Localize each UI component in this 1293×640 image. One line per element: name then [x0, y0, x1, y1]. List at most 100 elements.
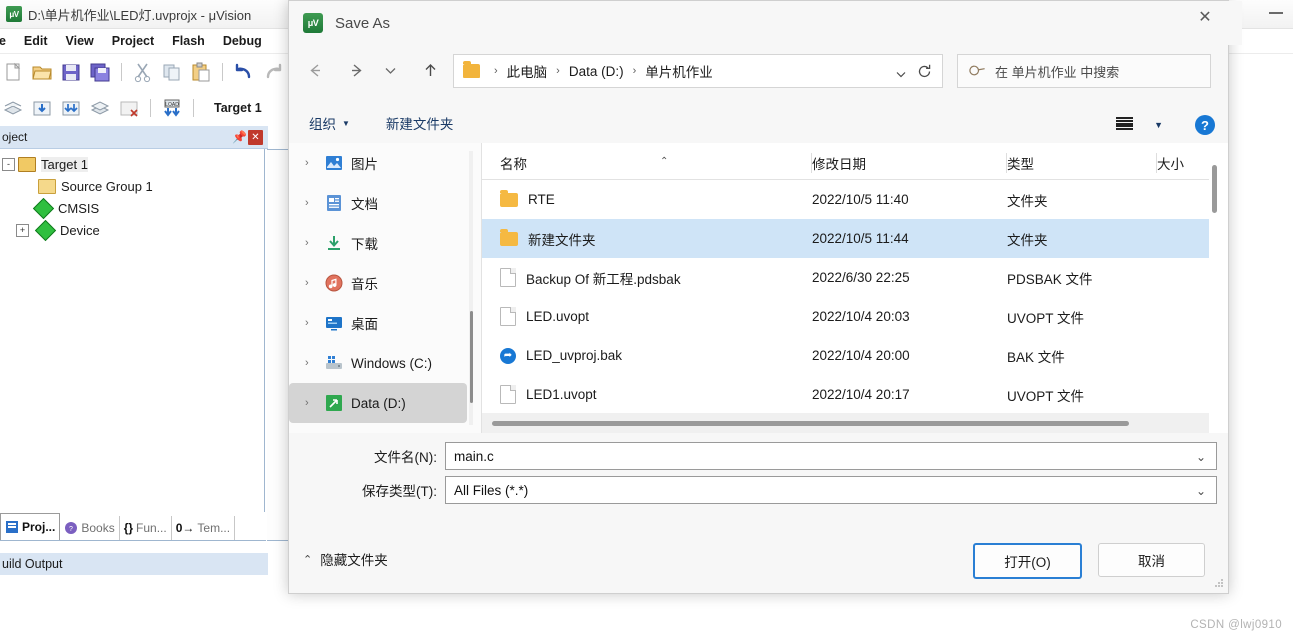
chevron-right-icon[interactable]: › — [305, 357, 317, 369]
chevron-right-icon[interactable]: › — [305, 317, 317, 329]
table-row[interactable]: 新建文件夹 2022/10/5 11:44 文件夹 — [482, 219, 1209, 258]
column-header-date[interactable]: 修改日期 — [812, 153, 1007, 173]
nav-item-windows-c[interactable]: › Windows (C:) — [289, 343, 481, 383]
build-icon[interactable] — [31, 97, 53, 119]
file-list-scrollbar-thumb[interactable] — [1212, 165, 1217, 213]
tab-functions[interactable]: {} Fun... — [120, 516, 172, 540]
search-input[interactable]: 在 单片机作业 中搜索 — [957, 54, 1211, 88]
column-header-size[interactable]: 大小 — [1157, 153, 1209, 173]
breadcrumb-this-pc[interactable]: 此电脑 — [507, 61, 548, 81]
pin-icon[interactable]: 📌 — [232, 130, 247, 144]
column-header-name[interactable]: 名称 ⌃ — [482, 153, 812, 173]
tab-project[interactable]: Proj... — [0, 513, 61, 540]
chevron-right-icon[interactable]: › — [305, 397, 317, 409]
copy-icon[interactable] — [161, 61, 183, 83]
recent-locations-button[interactable] — [374, 54, 406, 86]
paste-icon[interactable] — [190, 61, 212, 83]
organize-button[interactable]: 组织 ▼ — [309, 113, 350, 133]
tree-item-label: CMSIS — [58, 200, 100, 216]
translate-icon[interactable] — [2, 97, 24, 119]
tab-books[interactable]: ? Books — [60, 516, 120, 540]
address-bar[interactable]: › 此电脑 › Data (D:) › 单片机作业 — [453, 54, 943, 88]
keil-menu-view[interactable]: View — [66, 34, 94, 48]
keil-menu-edit[interactable]: Edit — [24, 34, 48, 48]
breadcrumb-current-folder[interactable]: 单片机作业 — [645, 61, 713, 81]
resize-grip[interactable] — [1214, 579, 1224, 589]
chevron-down-icon[interactable] — [894, 67, 908, 84]
up-button[interactable] — [414, 54, 446, 86]
cut-icon[interactable] — [132, 61, 154, 83]
keil-menu-file[interactable]: ile — [0, 34, 6, 48]
cancel-button[interactable]: 取消 — [1098, 543, 1205, 577]
chevron-down-icon[interactable]: ⌄ — [1196, 484, 1206, 498]
chevron-right-icon[interactable]: › — [305, 157, 317, 169]
file-name: 新建文件夹 — [528, 232, 596, 248]
keil-minimize-button[interactable] — [1269, 12, 1283, 14]
chevron-right-icon[interactable]: › — [305, 237, 317, 249]
help-icon[interactable]: ? — [1195, 115, 1215, 135]
target-selector-label[interactable]: Target 1 — [214, 101, 262, 115]
nav-item-data-d[interactable]: › Data (D:) — [289, 383, 467, 423]
nav-item-desktop[interactable]: › 桌面 — [289, 303, 481, 343]
tree-item-target1[interactable]: - Target 1 — [0, 153, 264, 175]
tree-item-label: Device — [60, 222, 100, 238]
nav-item-documents[interactable]: › 文档 — [289, 183, 481, 223]
file-list-rows: RTE 2022/10/5 11:40 文件夹 新建文件夹 2022/10/5 … — [482, 180, 1209, 414]
drive-green-icon — [325, 394, 343, 412]
expander-icon[interactable]: + — [16, 223, 29, 237]
keil-menu-debug[interactable]: Debug — [223, 34, 262, 48]
arrow-right-icon — [351, 63, 362, 77]
nav-item-pictures[interactable]: › 图片 — [289, 143, 481, 183]
table-row[interactable]: LED1.uvopt 2022/10/4 20:17 UVOPT 文件 — [482, 375, 1209, 414]
file-list-hscrollbar-thumb[interactable] — [492, 421, 1129, 426]
filename-label: 文件名(N): — [374, 450, 437, 465]
table-row[interactable]: LED.uvopt 2022/10/4 20:03 UVOPT 文件 — [482, 297, 1209, 336]
column-header-type[interactable]: 类型 — [1007, 153, 1157, 173]
tree-item-device[interactable]: + Device — [0, 219, 264, 241]
dialog-navigation-bar: › 此电脑 › Data (D:) › 单片机作业 在 单片机作业 中搜索 — [289, 45, 1228, 95]
undo-icon[interactable] — [233, 61, 255, 83]
keil-menu-project[interactable]: Project — [112, 34, 154, 48]
filename-input[interactable]: main.c ⌄ — [445, 442, 1217, 470]
nav-item-music[interactable]: › 音乐 — [289, 263, 481, 303]
savetype-select[interactable]: All Files (*.*) ⌄ — [445, 476, 1217, 504]
nav-item-downloads[interactable]: › 下载 — [289, 223, 481, 263]
music-icon — [325, 274, 343, 292]
back-button[interactable] — [299, 54, 331, 86]
close-icon[interactable]: ✕ — [1182, 1, 1228, 33]
tab-templates[interactable]: 0→ Tem... — [172, 516, 236, 540]
nav-item-label: Data (D:) — [351, 395, 406, 411]
keil-menu-flash[interactable]: Flash — [172, 34, 205, 48]
forward-button[interactable] — [340, 54, 372, 86]
component-diamond-icon — [32, 197, 55, 219]
toolbar-separator — [193, 98, 194, 117]
save-icon[interactable] — [60, 61, 82, 83]
tree-item-cmsis[interactable]: CMSIS — [0, 197, 264, 219]
refresh-icon[interactable] — [916, 63, 933, 85]
breadcrumb-data-d[interactable]: Data (D:) — [569, 64, 624, 79]
nav-scrollbar-thumb[interactable] — [470, 311, 473, 403]
download-load-icon[interactable]: LOAD — [161, 97, 183, 119]
rebuild-icon[interactable] — [60, 97, 82, 119]
chevron-down-icon[interactable]: ▼ — [1154, 120, 1163, 130]
hide-folders-button[interactable]: ⌃ 隐藏文件夹 — [303, 549, 388, 569]
nav-item-label: 图片 — [351, 157, 378, 172]
chevron-right-icon[interactable]: › — [305, 277, 317, 289]
table-row[interactable]: RTE 2022/10/5 11:40 文件夹 — [482, 180, 1209, 219]
save-all-icon[interactable] — [89, 61, 111, 83]
expander-icon[interactable]: - — [2, 157, 15, 171]
open-file-icon[interactable] — [31, 61, 53, 83]
batch-build-icon[interactable] — [89, 97, 111, 119]
view-list-icon[interactable] — [1116, 117, 1133, 130]
open-button[interactable]: 打开(O) — [973, 543, 1082, 579]
close-icon[interactable]: ✕ — [248, 129, 263, 145]
chevron-down-icon[interactable]: ⌄ — [1196, 450, 1206, 464]
new-file-icon[interactable] — [2, 61, 24, 83]
new-folder-button[interactable]: 新建文件夹 — [386, 113, 454, 133]
tree-item-source-group-1[interactable]: Source Group 1 — [0, 175, 264, 197]
table-row[interactable]: ➦ LED_uvproj.bak 2022/10/4 20:00 BAK 文件 — [482, 336, 1209, 375]
column-header-label: 大小 — [1157, 157, 1184, 172]
chevron-right-icon[interactable]: › — [305, 197, 317, 209]
file-type: BAK 文件 — [1007, 349, 1065, 365]
table-row[interactable]: Backup Of 新工程.pdsbak 2022/6/30 22:25 PDS… — [482, 258, 1209, 297]
